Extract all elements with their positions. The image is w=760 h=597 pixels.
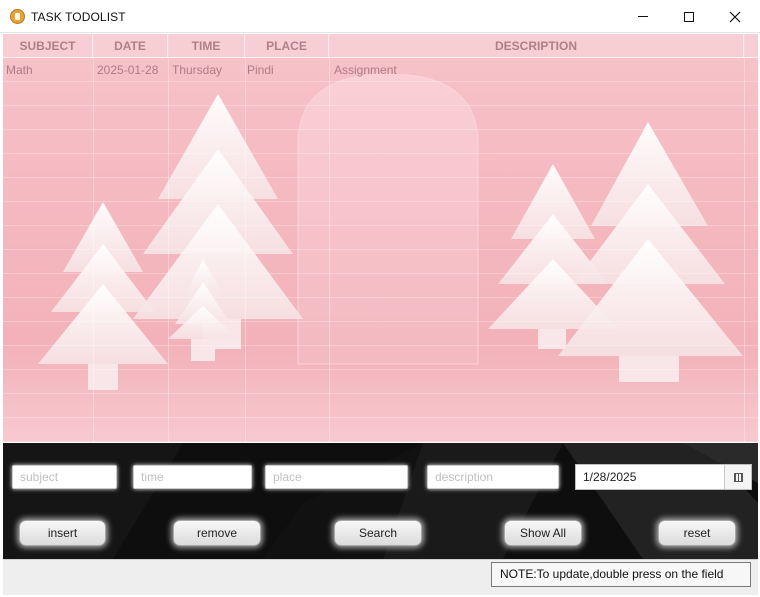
minimize-icon (638, 16, 648, 17)
place-input[interactable] (265, 465, 408, 489)
minimize-button[interactable] (620, 0, 666, 33)
maximize-icon (684, 11, 694, 22)
column-header-place[interactable]: PLACE (245, 34, 329, 58)
description-input[interactable] (427, 465, 559, 489)
reset-button[interactable]: reset (658, 520, 736, 546)
close-icon (729, 11, 741, 22)
column-header-subject[interactable]: SUBJECT (3, 34, 93, 58)
column-header-time[interactable]: TIME (168, 34, 245, 58)
window-title: TASK TODOLIST (31, 10, 126, 24)
maximize-button[interactable] (666, 0, 712, 33)
cell-place[interactable]: Pindi (247, 59, 274, 82)
table-row[interactable]: Math 2025-01-28 Thursday Pindi Assignmen… (3, 59, 758, 82)
table-gridlines (3, 34, 758, 442)
show-all-button[interactable]: Show All (504, 520, 582, 546)
date-value[interactable]: 1/28/2025 (583, 470, 636, 484)
cell-description[interactable]: Assignment (334, 59, 397, 82)
subject-input[interactable] (12, 465, 117, 489)
title-bar: TASK TODOLIST (0, 0, 760, 33)
calendar-button[interactable] (724, 465, 751, 489)
cell-date[interactable]: 2025-01-28 (97, 59, 158, 82)
table-header: SUBJECT DATE TIME PLACE DESCRIPTION (3, 34, 758, 58)
time-input[interactable] (133, 465, 252, 489)
close-button[interactable] (712, 0, 758, 33)
search-button[interactable]: Search (334, 520, 422, 546)
cell-subject[interactable]: Math (6, 59, 33, 82)
task-table[interactable]: SUBJECT DATE TIME PLACE DESCRIPTION Math… (3, 34, 758, 442)
date-picker[interactable]: 1/28/2025 (575, 464, 752, 490)
column-header-date[interactable]: DATE (93, 34, 168, 58)
column-divider (329, 34, 330, 442)
column-header-description[interactable]: DESCRIPTION (329, 34, 744, 58)
update-note: NOTE:To update,double press on the field (491, 562, 751, 587)
column-divider (744, 34, 745, 442)
remove-button[interactable]: remove (173, 520, 261, 546)
calendar-icon (733, 472, 743, 482)
cell-time[interactable]: Thursday (172, 59, 222, 82)
column-divider (168, 34, 169, 442)
app-icon (10, 9, 25, 24)
column-divider (245, 34, 246, 442)
insert-button[interactable]: insert (19, 520, 106, 546)
column-divider (93, 34, 94, 442)
